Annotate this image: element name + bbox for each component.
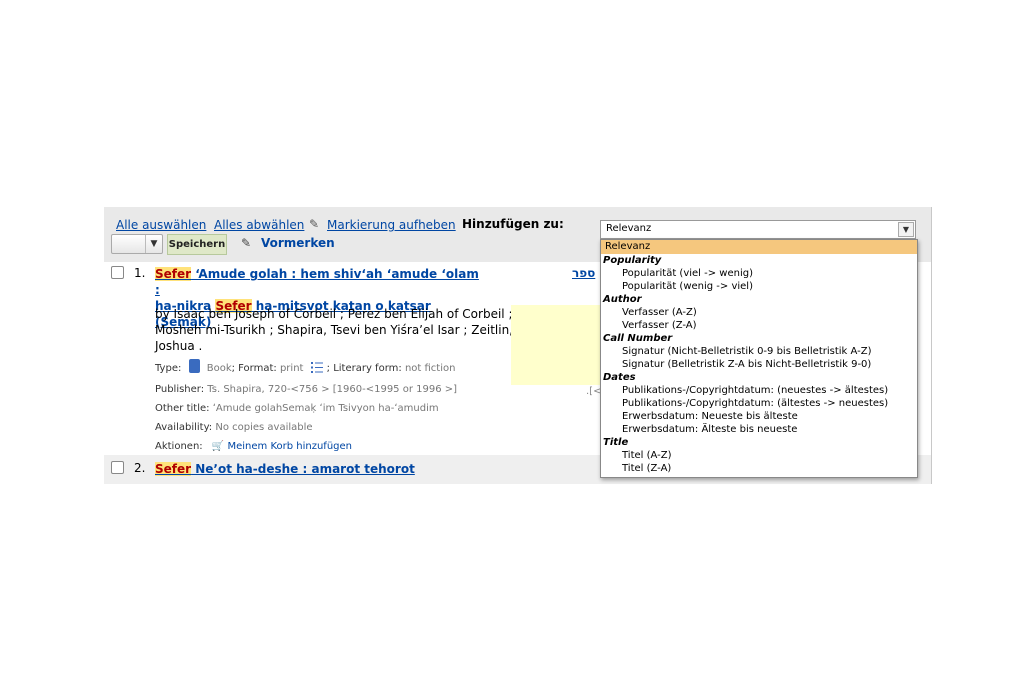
- sort-option[interactable]: Erwerbsdatum: Älteste bis neueste: [622, 424, 797, 435]
- result-number: 1.: [134, 266, 146, 280]
- publisher-value: Ts. Shapira, 720-<756 > [1960-<1995 or 1…: [207, 384, 458, 395]
- sort-option[interactable]: Erwerbsdatum: Neueste bis älteste: [622, 411, 798, 422]
- sort-option-selected[interactable]: Relevanz: [601, 240, 917, 254]
- sort-option-group: Dates: [603, 372, 636, 383]
- chevron-down-icon: ▼: [145, 235, 162, 253]
- title-text: Neʼot ha-deshe : amarot tehorot: [191, 462, 415, 476]
- sort-selected-value: Relevanz: [606, 223, 652, 234]
- actions-line: Aktionen: 🛒 Meinem Korb hinzufügen: [155, 441, 352, 452]
- hebrew-title-link[interactable]: ספר: [572, 266, 595, 280]
- result-title-link[interactable]: Sefer Neʼot ha-deshe : amarot tehorot: [155, 461, 415, 477]
- book-icon: [188, 359, 200, 373]
- type-line: Type: Book; Format: print ; Literary for…: [155, 359, 455, 374]
- sort-option[interactable]: Titel (Z-A): [622, 463, 671, 474]
- place-hold-link[interactable]: Vormerken: [261, 236, 335, 250]
- sort-option[interactable]: Publikations-/Copyrightdatum: (neuestes …: [622, 385, 888, 396]
- sort-option[interactable]: Signatur (Nicht-Belletristik 0-9 bis Bel…: [622, 346, 872, 357]
- format-label: ; Format:: [231, 363, 277, 374]
- panel-border: [931, 207, 932, 484]
- cover-image-placeholder: [511, 305, 607, 385]
- result-checkbox[interactable]: [111, 266, 124, 279]
- chevron-down-icon[interactable]: ▼: [898, 222, 914, 237]
- list-icon: [310, 362, 323, 373]
- unhighlight-link[interactable]: Markierung aufheben: [327, 218, 456, 232]
- availability-label: Availability:: [155, 422, 213, 433]
- type-label: Type:: [155, 363, 182, 374]
- sort-option[interactable]: Signatur (Belletristik Z-A bis Nicht-Bel…: [622, 359, 871, 370]
- highlight-term: Sefer: [155, 267, 192, 281]
- place-hold-icon[interactable]: ✎: [241, 236, 251, 250]
- literary-form-value: not fiction: [404, 363, 456, 374]
- author-list: by Isaac ben Joseph of Corbeil ; Perez b…: [155, 307, 513, 353]
- sort-dropdown-list: Relevanz Popularity Popularität (viel -> w…: [600, 239, 918, 478]
- literary-form-label: ; Literary form:: [326, 363, 402, 374]
- sort-option-group: Popularity: [603, 255, 662, 266]
- sort-option-label: Relevanz: [605, 241, 651, 252]
- sort-option[interactable]: Popularität (wenig -> viel): [622, 281, 753, 292]
- other-title-value: ʻAmude golahSemaḳ ʻim Tsivyon ha-ʻamudim: [212, 403, 439, 414]
- sort-option-group: Title: [603, 437, 629, 448]
- highlight-term: Sefer: [155, 462, 192, 476]
- publisher-label: Publisher:: [155, 384, 205, 395]
- clear-all-link[interactable]: Alles abwählen: [214, 218, 304, 232]
- sort-option[interactable]: Verfasser (A-Z): [622, 307, 697, 318]
- availability-line: Availability: No copies available: [155, 422, 313, 433]
- result-checkbox[interactable]: [111, 461, 124, 474]
- type-value: Book: [206, 363, 232, 374]
- other-title-line: Other title: ʻAmude golahSemaḳ ʻim Tsivy…: [155, 403, 439, 414]
- add-to-label: Hinzufügen zu:: [462, 217, 564, 231]
- add-to-list-select[interactable]: ▼: [111, 234, 163, 254]
- title-text: ʻAmude golah : hem shivʻah ʻamude ʻolam …: [155, 267, 479, 297]
- select-all-link[interactable]: Alle auswählen: [116, 218, 206, 232]
- sort-option[interactable]: Verfasser (Z-A): [622, 320, 697, 331]
- sort-option-group: Author: [603, 294, 642, 305]
- eraser-icon[interactable]: ✎: [309, 217, 319, 231]
- sort-option[interactable]: Publikations-/Copyrightdatum: (ältestes …: [622, 398, 888, 409]
- save-button[interactable]: Speichern: [167, 234, 227, 255]
- actions-label: Aktionen:: [155, 441, 203, 452]
- availability-value: No copies available: [215, 422, 313, 433]
- sort-option-group: Call Number: [603, 333, 673, 344]
- result-number: 2.: [134, 461, 146, 475]
- publisher-line: Publisher: Ts. Shapira, 720-<756 > [1960…: [155, 384, 457, 395]
- sort-option[interactable]: Titel (A-Z): [622, 450, 672, 461]
- other-title-label: Other title:: [155, 403, 210, 414]
- cart-icon[interactable]: 🛒: [212, 441, 224, 452]
- sort-select[interactable]: Relevanz ▼: [600, 220, 916, 239]
- sort-option[interactable]: Popularität (viel -> wenig): [622, 268, 753, 279]
- format-value: print: [279, 363, 304, 374]
- add-to-cart-link[interactable]: Meinem Korb hinzufügen: [227, 441, 352, 452]
